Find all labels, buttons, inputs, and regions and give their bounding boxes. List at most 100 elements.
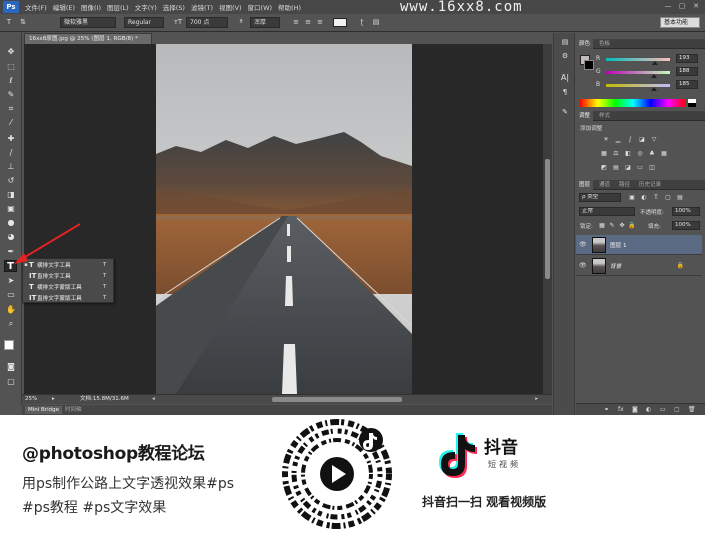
workspace-select[interactable]: 基本功能 xyxy=(660,17,700,28)
menu-edit[interactable]: 编辑(E) xyxy=(53,2,75,12)
menu-vertical-type-mask-tool[interactable]: IT 直排文字蒙版工具 T xyxy=(23,293,113,303)
lock-transparent-icon[interactable]: ▦ xyxy=(598,222,606,229)
zoom-icon[interactable]: ⌕ xyxy=(5,319,17,329)
blue-slider-track[interactable] xyxy=(606,84,670,87)
vertical-scrollbar[interactable] xyxy=(543,44,552,394)
filter-pixel-icon[interactable]: ▣ xyxy=(628,194,636,201)
menu-vertical-type-tool[interactable]: IT 直排文字工具 T xyxy=(23,271,113,281)
quick-select-icon[interactable]: ✎ xyxy=(5,90,17,100)
brightness-icon[interactable]: ☀ xyxy=(602,136,610,143)
posterize-icon[interactable]: ▤ xyxy=(612,164,620,171)
menu-help[interactable]: 帮助(H) xyxy=(278,2,301,12)
lock-position-icon[interactable]: ✥ xyxy=(618,222,626,229)
filter-shape-icon[interactable]: ▢ xyxy=(664,194,672,201)
lock-all-icon[interactable]: 🔒 xyxy=(628,222,636,229)
tab-styles[interactable]: 样式 xyxy=(596,111,613,121)
add-mask-icon[interactable]: ◙ xyxy=(632,406,638,413)
font-size-select[interactable]: 700 点 xyxy=(186,17,228,28)
align-right-icon[interactable]: ≡ xyxy=(315,18,325,27)
brush-icon[interactable]: ∕ xyxy=(5,148,17,158)
menu-filter[interactable]: 滤镜(T) xyxy=(191,2,213,12)
antialias-select[interactable]: 浑厚 xyxy=(250,17,280,28)
character-panel-icon[interactable]: ▤ xyxy=(371,18,381,27)
screen-mode-icon[interactable]: ▢ xyxy=(5,377,17,387)
history-panel-icon[interactable]: ▤ xyxy=(559,37,571,47)
gradient-map-icon[interactable]: ▭ xyxy=(636,164,644,171)
path-select-icon[interactable]: ➤ xyxy=(5,276,17,286)
foreground-color-swatch[interactable] xyxy=(4,340,14,350)
menu-layer[interactable]: 图层(L) xyxy=(107,2,129,12)
tab-adjustments[interactable]: 调整 xyxy=(576,111,594,121)
opacity-input[interactable]: 100% xyxy=(672,207,700,216)
tab-timeline[interactable]: 时间轴 xyxy=(62,406,85,414)
levels-icon[interactable]: ▁ xyxy=(614,136,622,143)
gradient-icon[interactable]: ▣ xyxy=(5,204,17,214)
filter-type-icon[interactable]: T xyxy=(652,194,660,201)
blue-slider-thumb[interactable] xyxy=(651,87,657,91)
filter-adjust-icon[interactable]: ◐ xyxy=(640,194,648,201)
font-style-select[interactable]: Regular xyxy=(124,17,164,28)
vertical-scroll-thumb[interactable] xyxy=(545,159,550,279)
tab-mini-bridge[interactable]: Mini Bridge xyxy=(25,406,62,414)
red-slider-thumb[interactable] xyxy=(652,61,658,65)
eye-icon[interactable]: 👁 xyxy=(579,262,587,269)
blue-value-input[interactable]: 185 xyxy=(676,80,698,89)
eraser-icon[interactable]: ◨ xyxy=(5,190,17,200)
hue-saturation-icon[interactable]: ▦ xyxy=(600,150,608,157)
filter-smart-icon[interactable]: ▤ xyxy=(676,194,684,201)
bg-color-preview[interactable] xyxy=(584,60,594,70)
paragraph-panel-icon[interactable]: ¶ xyxy=(559,87,571,97)
green-slider-thumb[interactable] xyxy=(651,74,657,78)
crop-icon[interactable]: ⌗ xyxy=(5,104,17,114)
color-lookup-icon[interactable]: ▦ xyxy=(660,150,668,157)
tab-paths[interactable]: 路径 xyxy=(616,180,633,190)
link-layers-icon[interactable]: ⚭ xyxy=(604,406,609,413)
tab-color[interactable]: 颜色 xyxy=(576,39,594,49)
red-slider-track[interactable] xyxy=(606,58,670,61)
selective-color-icon[interactable]: ◫ xyxy=(648,164,656,171)
align-left-icon[interactable]: ≡ xyxy=(291,18,301,27)
black-white-swatch[interactable] xyxy=(688,99,696,107)
menu-window[interactable]: 窗口(W) xyxy=(248,2,273,12)
color-spectrum-bar[interactable] xyxy=(580,99,686,107)
lasso-icon[interactable]: ℓ xyxy=(5,76,17,86)
brush-panel-icon[interactable]: ✎ xyxy=(559,107,571,117)
green-value-input[interactable]: 188 xyxy=(676,67,698,76)
menu-select[interactable]: 选择(S) xyxy=(163,2,185,12)
marquee-icon[interactable]: ⬚ xyxy=(5,62,17,72)
text-color-swatch[interactable] xyxy=(333,18,347,27)
zoom-level[interactable]: 25% xyxy=(25,395,37,404)
close-button[interactable]: ✕ xyxy=(691,2,701,10)
type-tool-preset-icon[interactable]: T xyxy=(4,18,14,27)
font-family-select[interactable]: 微软雅黑 xyxy=(60,17,116,28)
layer-filter-select[interactable]: ρ 类型 xyxy=(579,193,621,202)
document-tab[interactable]: 16xx8原图.jpg @ 25% (图层 1, RGB/8) * xyxy=(24,33,152,44)
stamp-icon[interactable]: ⊥ xyxy=(5,162,17,172)
tab-channels[interactable]: 通道 xyxy=(596,180,613,190)
status-menu-icon[interactable]: ▸ xyxy=(52,395,55,404)
maximize-button[interactable]: ▢ xyxy=(677,2,687,10)
properties-panel-icon[interactable]: ⚙ xyxy=(559,51,571,61)
shape-icon[interactable]: ▭ xyxy=(5,290,17,300)
layer-name[interactable]: 图层 1 xyxy=(610,241,627,249)
green-slider-track[interactable] xyxy=(606,71,670,74)
curves-icon[interactable]: ∫ xyxy=(626,136,634,143)
hand-icon[interactable]: ✋ xyxy=(5,305,17,315)
horizontal-scroll-thumb[interactable] xyxy=(272,397,402,402)
new-group-icon[interactable]: ▭ xyxy=(660,406,666,413)
exposure-icon[interactable]: ◪ xyxy=(638,136,646,143)
fill-input[interactable]: 100% xyxy=(672,221,700,230)
menu-horizontal-type-mask-tool[interactable]: T 横排文字蒙版工具 T xyxy=(23,282,113,292)
tab-swatches[interactable]: 色板 xyxy=(596,39,613,49)
menu-type[interactable]: 文字(Y) xyxy=(135,2,157,12)
vibrance-icon[interactable]: ▽ xyxy=(650,136,658,143)
invert-icon[interactable]: ◩ xyxy=(600,164,608,171)
layer-row[interactable]: 👁 背景 🔒 xyxy=(576,256,702,276)
warp-text-icon[interactable]: ʈ xyxy=(357,18,367,27)
menu-image[interactable]: 图像(I) xyxy=(81,2,101,12)
quick-mask-icon[interactable]: ◙ xyxy=(5,362,17,372)
threshold-icon[interactable]: ◪ xyxy=(624,164,632,171)
layer-row[interactable]: 👁 图层 1 xyxy=(576,235,702,255)
layer-style-icon[interactable]: fx xyxy=(618,406,624,413)
menu-view[interactable]: 视图(V) xyxy=(219,2,242,12)
